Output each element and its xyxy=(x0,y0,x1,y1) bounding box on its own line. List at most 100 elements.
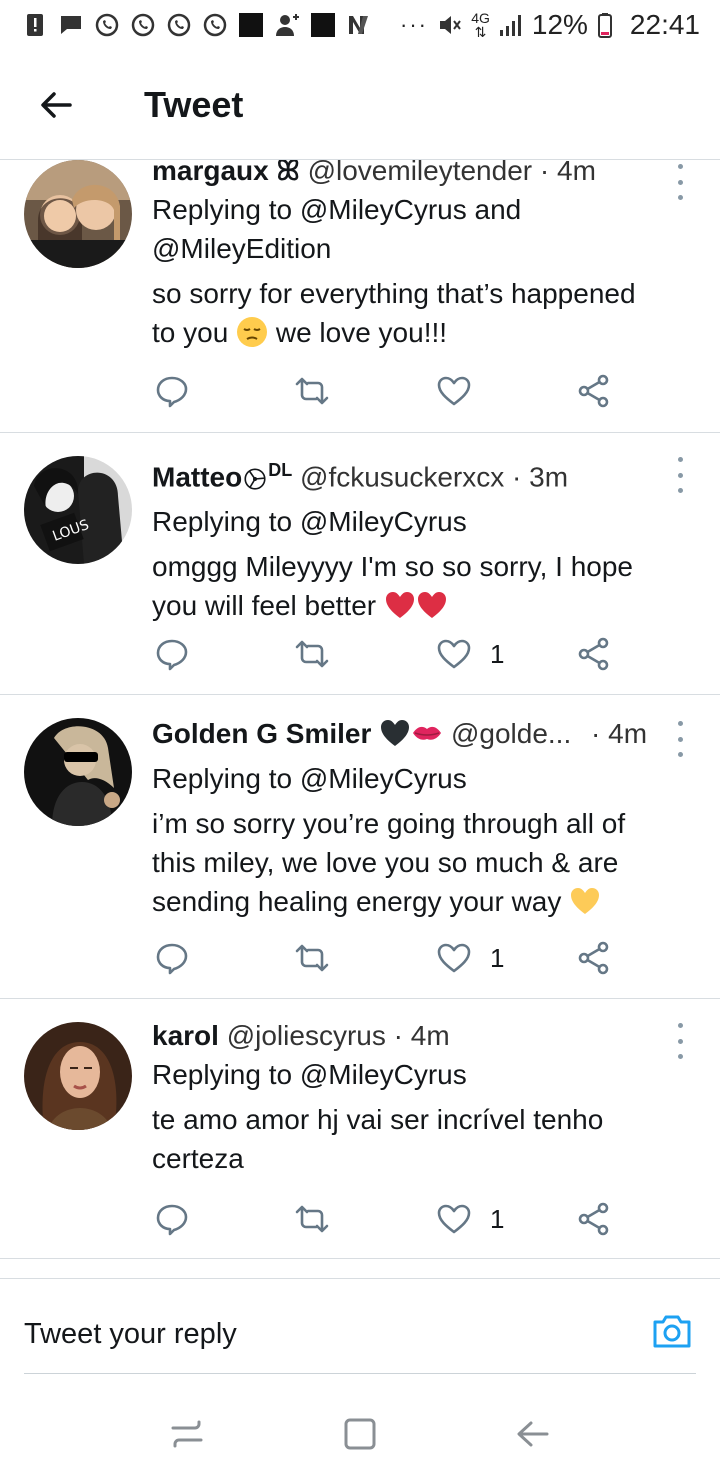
whatsapp-icon xyxy=(202,12,228,38)
username[interactable]: @joliescyrus xyxy=(227,1020,386,1051)
tweet-text-line: i’m so sorry you’re going through all of xyxy=(152,808,626,839)
status-bar-system: 4G ⇅ 12% 22:41 xyxy=(437,9,700,41)
tweet-text-segment: you will feel better xyxy=(152,590,384,622)
status-bar-notifications: ··· xyxy=(22,12,428,38)
home-button[interactable] xyxy=(330,1404,390,1464)
whatsapp-icon xyxy=(130,12,156,38)
tweet-text-segment: we love you!!! xyxy=(268,317,448,348)
reply-button[interactable] xyxy=(154,632,190,676)
tweet-item[interactable]: LOUS Matteo DL @fckusuckerxcx · 3m Replyi… xyxy=(0,433,720,695)
status-bar: ··· 4G ⇅ 12% 22:41 xyxy=(0,0,720,50)
share-icon xyxy=(578,1202,609,1236)
username[interactable]: @fckusuckerxcx xyxy=(300,461,504,492)
like-button[interactable]: 1 xyxy=(436,1197,504,1241)
tweet-header: margaux ꕤ @lovemileytender · 4m xyxy=(152,160,662,190)
reply-button[interactable] xyxy=(154,369,190,413)
avatar[interactable] xyxy=(24,160,132,268)
reply-button[interactable] xyxy=(154,1197,190,1241)
separator: · xyxy=(504,461,530,493)
name-suffix: DL xyxy=(268,460,293,480)
tweet-item[interactable]: Golden G Smiler @golde... · 4m Replying … xyxy=(0,695,720,999)
more-options-button[interactable] xyxy=(670,1023,690,1059)
heart-icon xyxy=(437,1204,471,1234)
tweet-text-line: omggg Mileyyyy I'm so so sorry, I hope xyxy=(152,551,633,583)
replying-to-cont[interactable]: @MileyEdition xyxy=(152,229,662,268)
more-options-button[interactable] xyxy=(670,457,690,493)
reply-input[interactable]: Tweet your reply xyxy=(24,1299,584,1369)
red-heart-emoji-icon xyxy=(416,589,448,631)
pensive-face-emoji-icon xyxy=(236,316,268,358)
timestamp: 3m xyxy=(529,461,569,493)
tweet-text-segment: to you xyxy=(152,317,237,348)
tweet-text-line: this miley, we love you so much & are xyxy=(152,847,619,878)
reply-icon xyxy=(156,1204,188,1236)
timestamp: 4m xyxy=(608,718,648,749)
reply-icon xyxy=(156,943,188,975)
whatsapp-icon xyxy=(166,12,192,38)
retweet-button[interactable] xyxy=(294,632,330,676)
recent-apps-button[interactable] xyxy=(157,1404,217,1464)
username[interactable]: @lovemileytender xyxy=(308,160,533,186)
retweet-icon xyxy=(295,944,329,972)
share-icon xyxy=(578,374,609,408)
app-header: Tweet xyxy=(0,50,720,160)
tweet-header: Golden G Smiler @golde... · 4m xyxy=(152,715,662,759)
battery-percent: 12% xyxy=(531,9,588,40)
whatsapp-icon xyxy=(94,12,120,38)
message-icon xyxy=(58,12,84,38)
replying-to[interactable]: Replying to @MileyCyrus xyxy=(152,502,662,541)
display-name[interactable]: Matteo xyxy=(152,461,242,492)
share-button[interactable] xyxy=(576,369,612,413)
replying-to[interactable]: Replying to @MileyCyrus and xyxy=(152,190,662,229)
tweet-text-segment: sending healing energy your way xyxy=(152,886,570,917)
tweet-item[interactable]: margaux ꕤ @lovemileytender · 4m Replying… xyxy=(0,160,720,433)
heart-icon xyxy=(437,376,471,406)
timestamp: 4m xyxy=(410,1020,450,1051)
display-name[interactable]: Golden G Smiler xyxy=(152,718,371,749)
share-button[interactable] xyxy=(576,1197,612,1241)
replying-to[interactable]: Replying to @MileyCyrus xyxy=(152,1055,662,1094)
alert-icon xyxy=(22,12,48,38)
avatar[interactable]: LOUS xyxy=(24,456,132,564)
tweet-text: te amo amor hj vai ser incrível tenho ce… xyxy=(152,1100,662,1178)
like-button[interactable] xyxy=(436,369,490,413)
more-notifications: ··· xyxy=(400,12,428,37)
tweet-content: Matteo DL @fckusuckerxcx · 3m Replying to… xyxy=(152,451,662,631)
black-heart-emoji-icon xyxy=(379,717,411,759)
back-button[interactable] xyxy=(26,75,86,135)
avatar[interactable] xyxy=(24,718,132,826)
share-button[interactable] xyxy=(576,632,612,676)
more-options-button[interactable] xyxy=(670,164,690,200)
retweet-icon xyxy=(295,377,329,405)
system-nav-bar xyxy=(0,1388,720,1480)
back-arrow-icon xyxy=(517,1421,549,1447)
mute-icon xyxy=(437,12,463,38)
heart-icon xyxy=(437,943,471,973)
tweet-text-line: to you we love you!!! xyxy=(152,313,662,358)
retweet-button[interactable] xyxy=(294,936,330,980)
display-name[interactable]: karol xyxy=(152,1020,219,1051)
retweet-button[interactable] xyxy=(294,369,330,413)
reply-button[interactable] xyxy=(154,936,190,980)
like-button[interactable]: 1 xyxy=(436,632,504,676)
camera-button[interactable] xyxy=(650,1309,694,1353)
retweet-button[interactable] xyxy=(294,1197,330,1241)
like-count: 1 xyxy=(490,942,505,973)
share-button[interactable] xyxy=(576,936,612,980)
more-options-button[interactable] xyxy=(670,721,690,757)
username[interactable]: @golde... xyxy=(451,718,571,749)
app-square-icon xyxy=(238,12,264,38)
display-name[interactable]: margaux ꕤ xyxy=(152,160,300,186)
camera-icon xyxy=(653,1315,691,1348)
retweet-icon xyxy=(295,1205,329,1233)
separator: · xyxy=(583,718,609,749)
avatar[interactable] xyxy=(24,1022,132,1130)
battery-icon xyxy=(596,12,622,38)
tweet-item[interactable]: karol @joliescyrus · 4m Replying to @Mil… xyxy=(0,999,720,1259)
back-nav-button[interactable] xyxy=(503,1404,563,1464)
like-count: 1 xyxy=(490,638,505,669)
tweet-content: margaux ꕤ @lovemileytender · 4m Replying… xyxy=(152,160,662,358)
replying-to[interactable]: Replying to @MileyCyrus xyxy=(152,759,662,798)
add-contact-icon xyxy=(274,12,300,38)
like-button[interactable]: 1 xyxy=(436,936,504,980)
